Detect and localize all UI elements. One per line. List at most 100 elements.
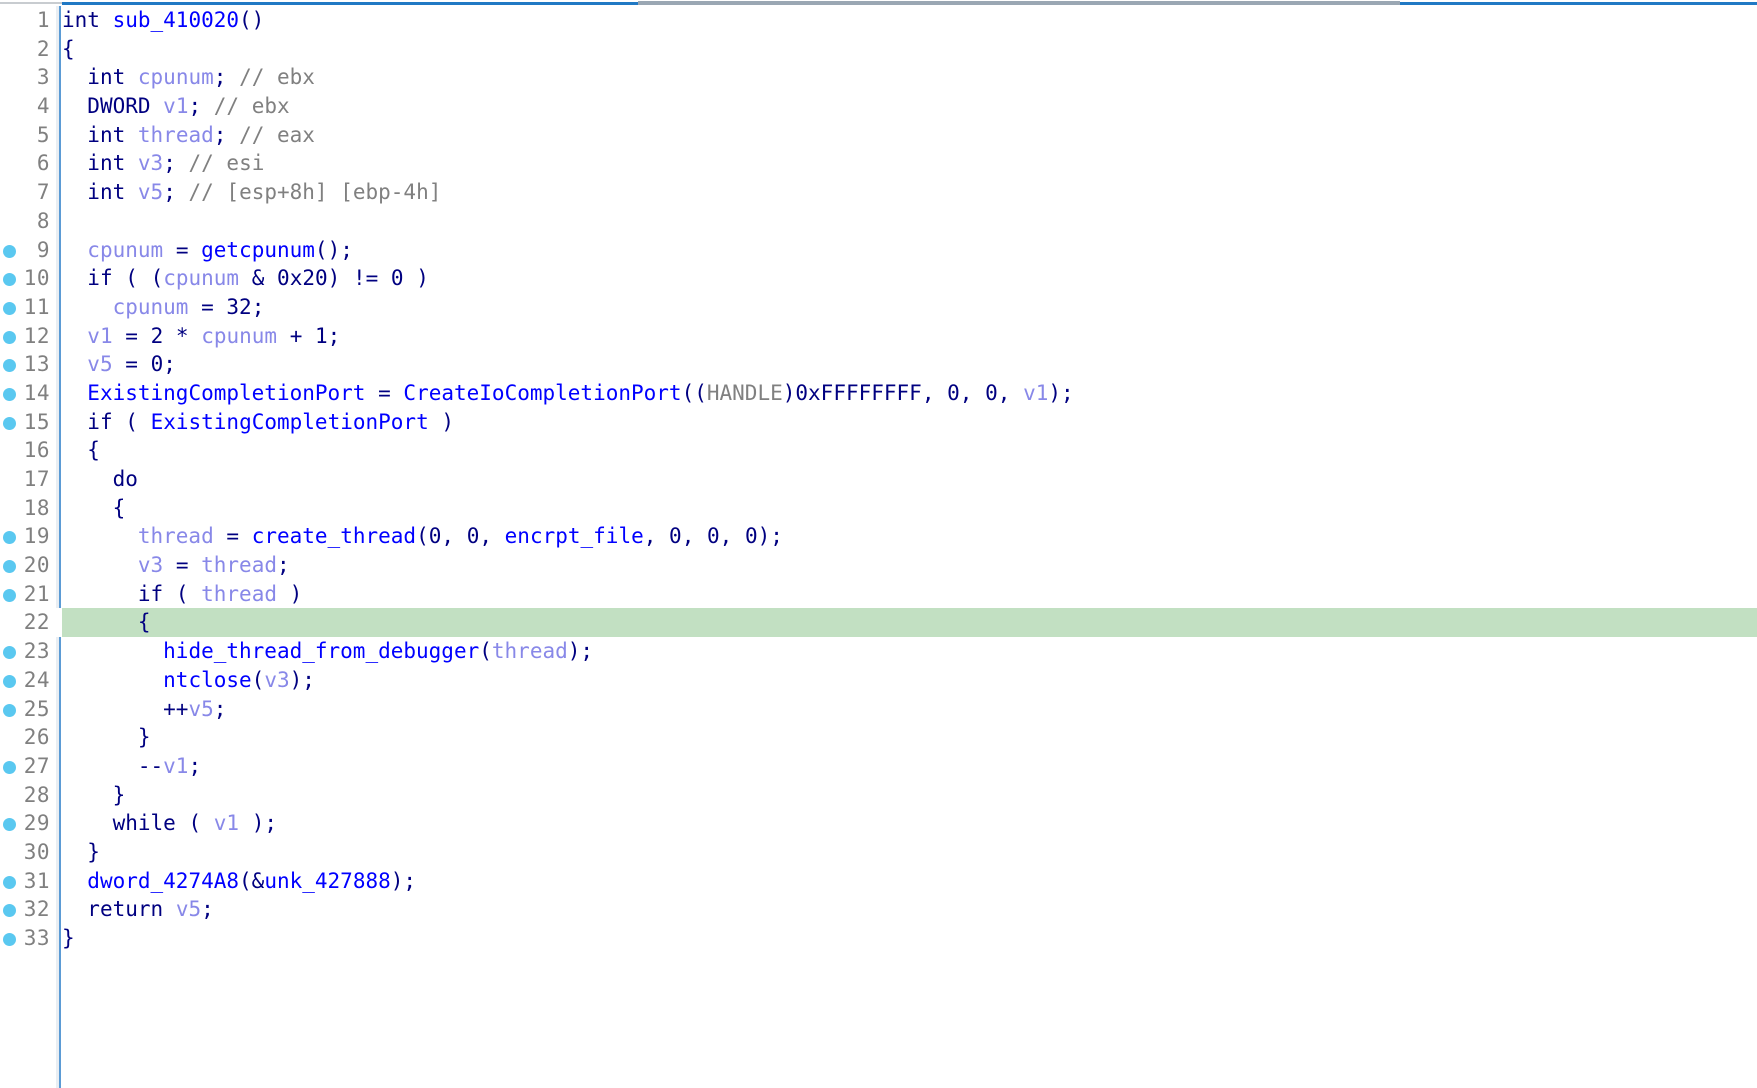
code-line[interactable]: 9 cpunum = getcpunum(); xyxy=(0,236,1757,265)
code-line-text[interactable]: v5 = 0; xyxy=(62,350,1757,379)
code-line[interactable]: 22 { xyxy=(0,608,1757,637)
token-thread[interactable]: thread xyxy=(201,582,277,606)
code-line-text[interactable]: } xyxy=(62,781,1757,810)
code-line[interactable]: 29 while ( v1 ); xyxy=(0,809,1757,838)
code-line[interactable]: 18 { xyxy=(0,494,1757,523)
scrollbar-thumb[interactable] xyxy=(62,2,638,5)
token-return[interactable]: return xyxy=(87,897,163,921)
token-v5[interactable]: v5 xyxy=(138,180,163,204)
code-line[interactable]: 33} xyxy=(0,924,1757,953)
code-line[interactable]: 6 int v3; // esi xyxy=(0,149,1757,178)
code-line[interactable]: 4 DWORD v1; // ebx xyxy=(0,92,1757,121)
token-v1[interactable]: v1 xyxy=(214,811,239,835)
token-do[interactable]: do xyxy=(113,467,138,491)
token-cpunum[interactable]: cpunum xyxy=(201,324,277,348)
token-ExistingCompletionPort[interactable]: ExistingCompletionPort xyxy=(151,410,429,434)
code-line-text[interactable]: cpunum = 32; xyxy=(62,293,1757,322)
code-line-text[interactable]: thread = create_thread(0, 0, encrpt_file… xyxy=(62,522,1757,551)
token-while[interactable]: while xyxy=(113,811,176,835)
code-line-text[interactable]: if ( (cpunum & 0x20) != 0 ) xyxy=(62,264,1757,293)
token-v1[interactable]: v1 xyxy=(163,94,188,118)
code-line[interactable]: 5 int thread; // eax xyxy=(0,121,1757,150)
code-line[interactable]: 7 int v5; // [esp+8h] [ebp-4h] xyxy=(0,178,1757,207)
code-line-text[interactable]: if ( thread ) xyxy=(62,580,1757,609)
code-line-text[interactable]: hide_thread_from_debugger(thread); xyxy=(62,637,1757,666)
token-cpunum[interactable]: cpunum xyxy=(163,266,239,290)
code-line[interactable]: 30 } xyxy=(0,838,1757,867)
code-line-text[interactable]: cpunum = getcpunum(); xyxy=(62,236,1757,265)
code-line[interactable]: 28 } xyxy=(0,781,1757,810)
token-v1[interactable]: v1 xyxy=(1023,381,1048,405)
code-line-text[interactable]: DWORD v1; // ebx xyxy=(62,92,1757,121)
code-line-text[interactable]: dword_4274A8(&unk_427888); xyxy=(62,867,1757,896)
code-line[interactable]: 24 ntclose(v3); xyxy=(0,666,1757,695)
code-line-text[interactable]: { xyxy=(62,608,1757,637)
token-v5[interactable]: v5 xyxy=(188,697,213,721)
token-v5[interactable]: v5 xyxy=(87,352,112,376)
token-v5[interactable]: v5 xyxy=(176,897,201,921)
code-line-text[interactable]: --v1; xyxy=(62,752,1757,781)
code-line-text[interactable]: { xyxy=(62,35,1757,64)
token-if[interactable]: if xyxy=(87,266,112,290)
token-v1[interactable]: v1 xyxy=(87,324,112,348)
token-thread[interactable]: thread xyxy=(492,639,568,663)
pseudocode-editor[interactable]: 1int sub_410020()2{3 int cpunum; // ebx4… xyxy=(0,6,1757,1088)
code-line[interactable]: 15 if ( ExistingCompletionPort ) xyxy=(0,408,1757,437)
code-line[interactable]: 8 xyxy=(0,207,1757,236)
code-line-text[interactable]: } xyxy=(62,924,1757,953)
code-line[interactable]: 3 int cpunum; // ebx xyxy=(0,63,1757,92)
token-v3[interactable]: v3 xyxy=(264,668,289,692)
token-ntclose[interactable]: ntclose xyxy=(163,668,252,692)
code-line[interactable]: 25 ++v5; xyxy=(0,695,1757,724)
code-line[interactable]: 16 { xyxy=(0,436,1757,465)
token-int[interactable]: int xyxy=(62,8,100,32)
token-ExistingCompletionPort[interactable]: ExistingCompletionPort xyxy=(87,381,365,405)
code-line-text[interactable]: return v5; xyxy=(62,895,1757,924)
code-line[interactable]: 21 if ( thread ) xyxy=(0,580,1757,609)
token-if[interactable]: if xyxy=(87,410,112,434)
code-line-text[interactable] xyxy=(62,207,1757,236)
code-line[interactable]: 2{ xyxy=(0,35,1757,64)
code-line-text[interactable]: v1 = 2 * cpunum + 1; xyxy=(62,322,1757,351)
token-hide_thread_from_debugger[interactable]: hide_thread_from_debugger xyxy=(163,639,479,663)
token-dword_4274A8[interactable]: dword_4274A8 xyxy=(87,869,239,893)
token-cpunum[interactable]: cpunum xyxy=(113,295,189,319)
code-line-text[interactable]: int cpunum; // ebx xyxy=(62,63,1757,92)
token-DWORD[interactable]: DWORD xyxy=(87,94,150,118)
token-v1[interactable]: v1 xyxy=(163,754,188,778)
token-v3[interactable]: v3 xyxy=(138,151,163,175)
token-int[interactable]: int xyxy=(87,151,125,175)
code-line[interactable]: 32 return v5; xyxy=(0,895,1757,924)
code-line-text[interactable]: while ( v1 ); xyxy=(62,809,1757,838)
code-line[interactable]: 13 v5 = 0; xyxy=(0,350,1757,379)
code-line-text[interactable]: } xyxy=(62,723,1757,752)
code-line-text[interactable]: ntclose(v3); xyxy=(62,666,1757,695)
token-sub_410020[interactable]: sub_410020 xyxy=(113,8,239,32)
code-line-text[interactable]: int v3; // esi xyxy=(62,149,1757,178)
code-line-text[interactable]: if ( ExistingCompletionPort ) xyxy=(62,408,1757,437)
code-line[interactable]: 26 } xyxy=(0,723,1757,752)
token-cpunum[interactable]: cpunum xyxy=(87,238,163,262)
code-line-text[interactable]: ExistingCompletionPort = CreateIoComplet… xyxy=(62,379,1757,408)
scrollbar-track-right[interactable] xyxy=(638,1,1400,5)
code-line[interactable]: 17 do xyxy=(0,465,1757,494)
code-line-text[interactable]: int sub_410020() xyxy=(62,6,1757,35)
token-create_thread[interactable]: create_thread xyxy=(252,524,416,548)
code-line-text[interactable]: ++v5; xyxy=(62,695,1757,724)
code-line[interactable]: 1int sub_410020() xyxy=(0,6,1757,35)
code-line[interactable]: 27 --v1; xyxy=(0,752,1757,781)
token-getcpunum[interactable]: getcpunum xyxy=(201,238,315,262)
code-line[interactable]: 11 cpunum = 32; xyxy=(0,293,1757,322)
token-CreateIoCompletionPort[interactable]: CreateIoCompletionPort xyxy=(403,381,681,405)
code-line-text[interactable]: do xyxy=(62,465,1757,494)
token-v3[interactable]: v3 xyxy=(138,553,163,577)
code-line[interactable]: 12 v1 = 2 * cpunum + 1; xyxy=(0,322,1757,351)
token-cpunum[interactable]: cpunum xyxy=(138,65,214,89)
token-unk_427888[interactable]: unk_427888 xyxy=(264,869,390,893)
code-line[interactable]: 19 thread = create_thread(0, 0, encrpt_f… xyxy=(0,522,1757,551)
code-line[interactable]: 23 hide_thread_from_debugger(thread); xyxy=(0,637,1757,666)
token-int[interactable]: int xyxy=(87,65,125,89)
code-line[interactable]: 10 if ( (cpunum & 0x20) != 0 ) xyxy=(0,264,1757,293)
token-thread[interactable]: thread xyxy=(201,553,277,577)
scrollbar-track-left[interactable] xyxy=(0,2,62,4)
